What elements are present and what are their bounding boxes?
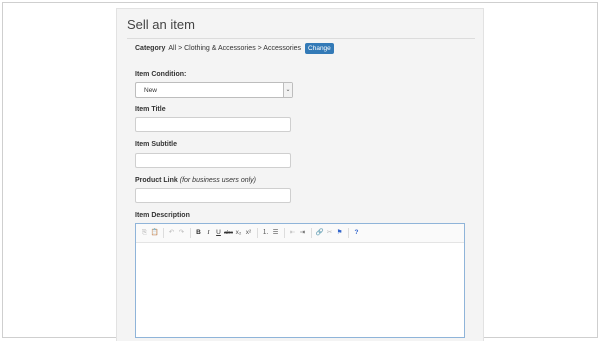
- category-label: Category: [135, 45, 166, 52]
- anchor-flag-icon[interactable]: ⚑: [335, 227, 344, 239]
- toolbar-separator: [163, 228, 164, 238]
- category-path: All > Clothing & Accessories > Accessori…: [168, 45, 302, 52]
- item-subtitle-label: Item Subtitle: [135, 141, 178, 148]
- help-icon[interactable]: ?: [352, 227, 361, 239]
- underline-icon[interactable]: U: [214, 227, 223, 239]
- product-link-hint: (for business users only): [179, 177, 256, 184]
- paste-icon[interactable]: 📋: [150, 227, 159, 239]
- copy-icon[interactable]: ⎘: [140, 227, 149, 239]
- item-title-label: Item Title: [135, 106, 166, 113]
- link-icon[interactable]: 🔗: [315, 227, 324, 239]
- title-divider: [127, 38, 475, 39]
- toolbar-separator: [284, 228, 285, 238]
- superscript-icon[interactable]: x²: [244, 227, 253, 239]
- toolbar-separator: [190, 228, 191, 238]
- strikethrough-icon[interactable]: abc: [224, 227, 233, 239]
- toolbar-separator: [311, 228, 312, 238]
- italic-icon[interactable]: I: [204, 227, 213, 239]
- description-editor: ⎘ 📋 ↶ ↷ B I Uabc x₂ x² ⒈ ☰ ⇤ ⇥ 🔗 ✂ ⚑?: [135, 223, 465, 338]
- indent-icon[interactable]: ⇥: [298, 227, 307, 239]
- undo-icon[interactable]: ↶: [167, 227, 176, 239]
- toolbar-separator: [348, 228, 349, 238]
- product-link-input[interactable]: [135, 188, 291, 203]
- condition-selected-value: New: [144, 87, 158, 94]
- numbered-list-icon[interactable]: ⒈: [261, 227, 270, 239]
- unlink-icon[interactable]: ✂: [325, 227, 334, 239]
- bullet-list-icon[interactable]: ☰: [271, 227, 280, 239]
- description-textarea[interactable]: [136, 242, 464, 337]
- page-title: Sell an item: [127, 17, 195, 32]
- item-description-label: Item Description: [135, 212, 190, 219]
- product-link-label-text: Product Link: [135, 177, 178, 184]
- chevron-down-icon: ⌄: [283, 83, 292, 97]
- sell-item-form: Sell an item Category All > Clothing & A…: [116, 8, 484, 341]
- editor-toolbar: ⎘ 📋 ↶ ↷ B I Uabc x₂ x² ⒈ ☰ ⇤ ⇥ 🔗 ✂ ⚑?: [136, 224, 464, 243]
- category-row: Category All > Clothing & Accessories > …: [135, 43, 334, 54]
- outdent-icon[interactable]: ⇤: [288, 227, 297, 239]
- change-category-button[interactable]: Change: [305, 43, 334, 54]
- bold-icon[interactable]: B: [194, 227, 203, 239]
- product-link-label: Product Link (for business users only): [135, 177, 256, 184]
- condition-select[interactable]: New ⌄: [135, 82, 293, 98]
- subscript-icon[interactable]: x₂: [234, 227, 243, 239]
- redo-icon[interactable]: ↷: [177, 227, 186, 239]
- toolbar-separator: [257, 228, 258, 238]
- item-subtitle-input[interactable]: [135, 153, 291, 168]
- item-title-input[interactable]: [135, 117, 291, 132]
- condition-label: Item Condition:: [135, 71, 187, 78]
